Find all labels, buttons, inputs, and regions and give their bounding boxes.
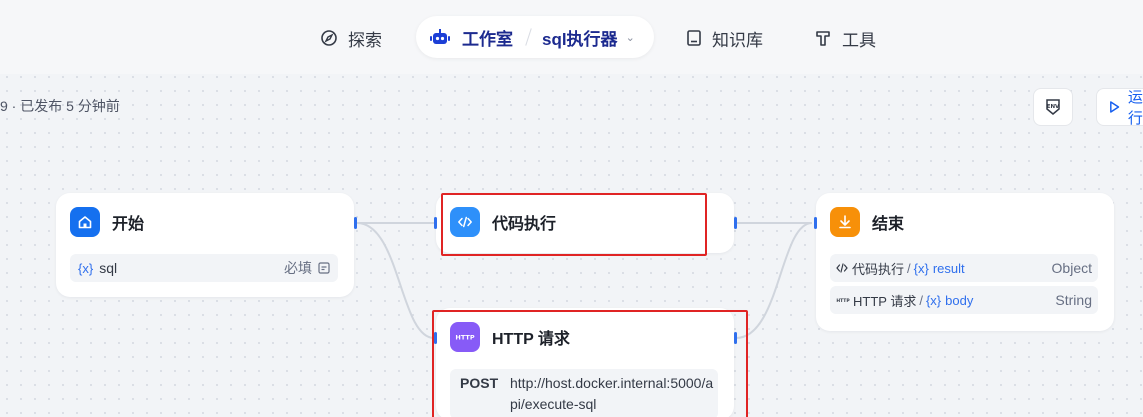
output-source-node: HTTP 请求 bbox=[853, 293, 917, 309]
home-icon bbox=[70, 207, 100, 237]
path-separator: / bbox=[907, 260, 911, 276]
flag-icon bbox=[830, 207, 860, 237]
code-input-handle[interactable] bbox=[434, 217, 437, 229]
http-icon: HTTP bbox=[836, 296, 850, 304]
code-icon bbox=[836, 262, 848, 274]
http-node-highlight bbox=[432, 310, 748, 417]
variable-icon: {x} bbox=[78, 260, 94, 276]
start-node-header: 开始 bbox=[70, 207, 144, 237]
output-variable-name: body bbox=[945, 292, 974, 308]
start-variable-row: {x} sql 必填 bbox=[70, 254, 338, 282]
end-node-header: 结束 bbox=[830, 207, 904, 237]
start-node-title: 开始 bbox=[112, 216, 145, 233]
variable-icon: {x} bbox=[913, 260, 929, 276]
code-output-handle[interactable] bbox=[734, 217, 737, 229]
output-type: String bbox=[1055, 292, 1092, 308]
end-output-row: 代码执行 / {x} result Object bbox=[830, 254, 1098, 282]
end-output-row: HTTP HTTP 请求 / {x} body String bbox=[830, 286, 1098, 314]
output-variable-name: result bbox=[932, 260, 965, 276]
svg-text:HTTP: HTTP bbox=[836, 298, 850, 304]
end-input-handle[interactable] bbox=[814, 217, 817, 229]
end-node-title: 结束 bbox=[872, 216, 905, 233]
path-separator: / bbox=[919, 292, 923, 308]
end-node[interactable]: 结束 代码执行 / {x} result Object HTTP HTTP 请求… bbox=[814, 193, 1114, 331]
code-node-highlight bbox=[441, 193, 707, 256]
output-type: Object bbox=[1051, 260, 1092, 276]
variable-icon: {x} bbox=[925, 292, 942, 308]
form-icon bbox=[318, 262, 330, 274]
edge-start-http bbox=[356, 222, 435, 339]
start-output-handle[interactable] bbox=[354, 217, 357, 229]
start-node[interactable]: 开始 {x} sql 必填 bbox=[56, 193, 357, 297]
start-variable-name: sql bbox=[99, 260, 118, 276]
required-label: 必填 bbox=[284, 260, 312, 276]
output-source-node: 代码执行 bbox=[852, 261, 905, 277]
